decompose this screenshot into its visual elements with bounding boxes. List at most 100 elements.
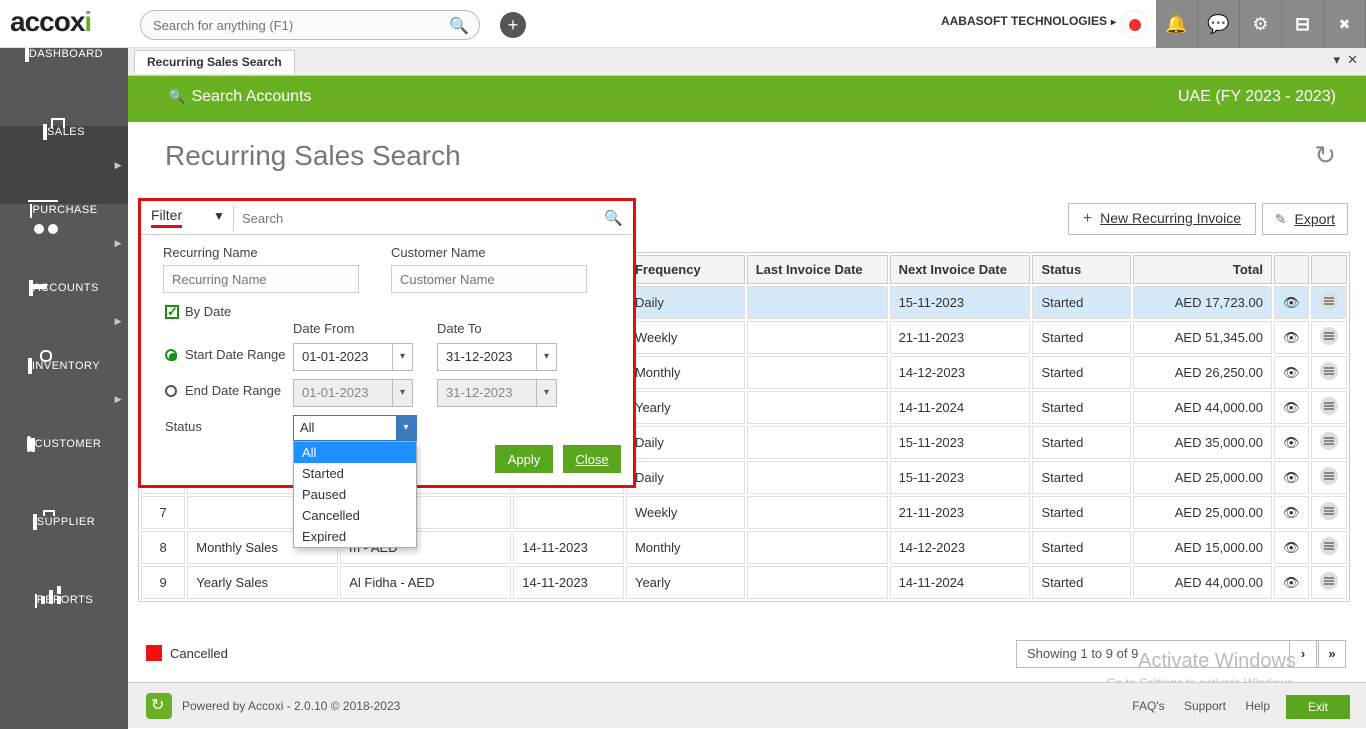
row-menu-icon[interactable] — [1311, 286, 1347, 319]
status-option[interactable]: All — [294, 442, 416, 463]
left-nav: DASHBOARD SALES▶ PURCHASE▶ ACCOUNTS▶ INV… — [0, 48, 128, 729]
view-icon[interactable]: 👁 — [1274, 531, 1309, 564]
refresh-icon[interactable]: ↻ — [1314, 140, 1336, 171]
nav-dashboard[interactable]: DASHBOARD — [0, 48, 128, 126]
nav-inventory[interactable]: INVENTORY▶ — [0, 360, 128, 438]
view-icon[interactable]: 👁 — [1274, 426, 1309, 459]
view-icon[interactable]: 👁 — [1274, 286, 1309, 319]
nav-accounts[interactable]: ACCOUNTS▶ — [0, 282, 128, 360]
end-date-range-radio[interactable] — [165, 385, 177, 397]
nav-supplier[interactable]: SUPPLIER — [0, 516, 128, 594]
close-window-icon[interactable]: ✖ — [1324, 0, 1366, 48]
filter-search-input[interactable] — [233, 205, 603, 231]
row-menu-icon[interactable] — [1311, 391, 1347, 424]
search-accounts-link[interactable]: Search Accounts — [168, 88, 312, 106]
end-date-to: 31-12-2023▾ — [437, 379, 557, 407]
row-menu-icon[interactable] — [1311, 426, 1347, 459]
status-option[interactable]: Paused — [294, 484, 416, 505]
row-menu-icon[interactable] — [1311, 496, 1347, 529]
customer-name-input[interactable] — [391, 265, 587, 293]
company-avatar — [1120, 10, 1148, 38]
footer: Powered by Accoxi - 2.0.10 © 2018-2023 F… — [128, 682, 1366, 728]
context-bar: Search Accounts UAE (FY 2023 - 2023) — [128, 76, 1366, 122]
date-to-label: Date To — [437, 321, 482, 336]
chat-icon[interactable]: 💬 — [1198, 0, 1240, 48]
filter-panel: Filter ▼ 🔍 Recurring Name Customer Name … — [138, 198, 636, 488]
col-menu — [1311, 255, 1347, 284]
status-option[interactable]: Started — [294, 463, 416, 484]
start-date-from[interactable]: 01-01-2023▾ — [293, 343, 413, 371]
recurring-name-label: Recurring Name — [163, 245, 258, 260]
status-option[interactable]: Expired — [294, 526, 416, 547]
footer-faq[interactable]: FAQ's — [1132, 699, 1164, 713]
end-date-range-label: End Date Range — [185, 383, 281, 398]
nav-customer[interactable]: CUSTOMER — [0, 438, 128, 516]
nav-reports[interactable]: REPORTS — [0, 594, 128, 672]
row-menu-icon[interactable] — [1311, 321, 1347, 354]
by-date-checkbox[interactable] — [165, 305, 179, 319]
exit-button[interactable]: Exit — [1286, 695, 1350, 719]
view-icon[interactable]: 👁 — [1274, 321, 1309, 354]
minimize-icon[interactable]: ⊟ — [1282, 0, 1324, 48]
date-from-label: Date From — [293, 321, 354, 336]
new-recurring-invoice-button[interactable]: New Recurring Invoice — [1068, 203, 1256, 235]
status-label: Status — [165, 419, 202, 434]
global-search[interactable]: 🔍 — [140, 10, 480, 40]
tab-dropdown-icon[interactable]: ▾ — [1333, 52, 1340, 68]
row-menu-icon[interactable] — [1311, 461, 1347, 494]
col-status[interactable]: Status — [1032, 255, 1131, 284]
start-date-range-radio[interactable] — [165, 349, 177, 361]
top-bar: accoxi 🔍 + AABASOFT TECHNOLOGIES▸ 🔔 💬 ⚙ … — [0, 0, 1366, 48]
start-date-to[interactable]: 31-12-2023▾ — [437, 343, 557, 371]
legend-cancelled: Cancelled — [146, 645, 228, 661]
row-menu-icon[interactable] — [1311, 566, 1347, 599]
tab-close-icon[interactable]: ✕ — [1347, 52, 1358, 68]
status-dropdown-list: All Started Paused Cancelled Expired — [293, 441, 417, 548]
footer-logo-icon — [146, 693, 172, 719]
global-search-input[interactable] — [153, 11, 443, 39]
view-icon[interactable]: 👁 — [1274, 461, 1309, 494]
fiscal-year-label: UAE (FY 2023 - 2023) — [1178, 88, 1336, 106]
company-name[interactable]: AABASOFT TECHNOLOGIES▸ — [941, 14, 1116, 28]
apply-button[interactable]: Apply — [495, 445, 553, 473]
close-button[interactable]: Close — [563, 445, 621, 473]
filter-search-icon[interactable]: 🔍 — [604, 209, 623, 227]
recurring-name-input[interactable] — [163, 265, 359, 293]
export-button[interactable]: Export — [1262, 203, 1348, 235]
footer-support[interactable]: Support — [1184, 699, 1226, 713]
status-option[interactable]: Cancelled — [294, 505, 416, 526]
col-next[interactable]: Next Invoice Date — [890, 255, 1031, 284]
view-icon[interactable]: 👁 — [1274, 496, 1309, 529]
filter-toggle-icon[interactable]: ▼ — [213, 209, 225, 223]
footer-powered: Powered by Accoxi - 2.0.10 © 2018-2023 — [182, 699, 400, 713]
by-date-label: By Date — [185, 304, 231, 319]
footer-help[interactable]: Help — [1245, 699, 1270, 713]
nav-purchase[interactable]: PURCHASE▶ — [0, 204, 128, 282]
search-icon[interactable]: 🔍 — [449, 16, 469, 36]
windows-watermark: Activate Windows — [1138, 650, 1296, 673]
active-tab[interactable]: Recurring Sales Search — [134, 50, 295, 74]
bell-icon[interactable]: 🔔 — [1156, 0, 1198, 48]
col-freq[interactable]: Frequency — [626, 255, 745, 284]
view-icon[interactable]: 👁 — [1274, 566, 1309, 599]
pager-last-icon[interactable]: » — [1318, 640, 1346, 668]
col-total[interactable]: Total — [1133, 255, 1272, 284]
end-date-from: 01-01-2023▾ — [293, 379, 413, 407]
col-last[interactable]: Last Invoice Date — [747, 255, 888, 284]
topbar-icons: 🔔 💬 ⚙ ⊟ ✖ — [1156, 0, 1366, 48]
customer-name-label: Customer Name — [391, 245, 486, 260]
table-row[interactable]: 9Yearly SalesAl Fidha - AED14-11-2023Yea… — [141, 566, 1347, 599]
page-title: Recurring Sales Search — [165, 140, 461, 172]
view-icon[interactable]: 👁 — [1274, 356, 1309, 389]
nav-sales[interactable]: SALES▶ — [0, 126, 128, 204]
footer-links: FAQ's Support Help — [1116, 699, 1270, 713]
view-icon[interactable]: 👁 — [1274, 391, 1309, 424]
tab-strip: Recurring Sales Search ▾ ✕ — [128, 48, 1366, 76]
row-menu-icon[interactable] — [1311, 356, 1347, 389]
col-view — [1274, 255, 1309, 284]
add-button[interactable]: + — [500, 12, 526, 38]
gear-icon[interactable]: ⚙ — [1240, 0, 1282, 48]
row-menu-icon[interactable] — [1311, 531, 1347, 564]
status-select[interactable]: All▾ — [293, 415, 417, 441]
filter-header: Filter ▼ 🔍 — [141, 201, 633, 235]
